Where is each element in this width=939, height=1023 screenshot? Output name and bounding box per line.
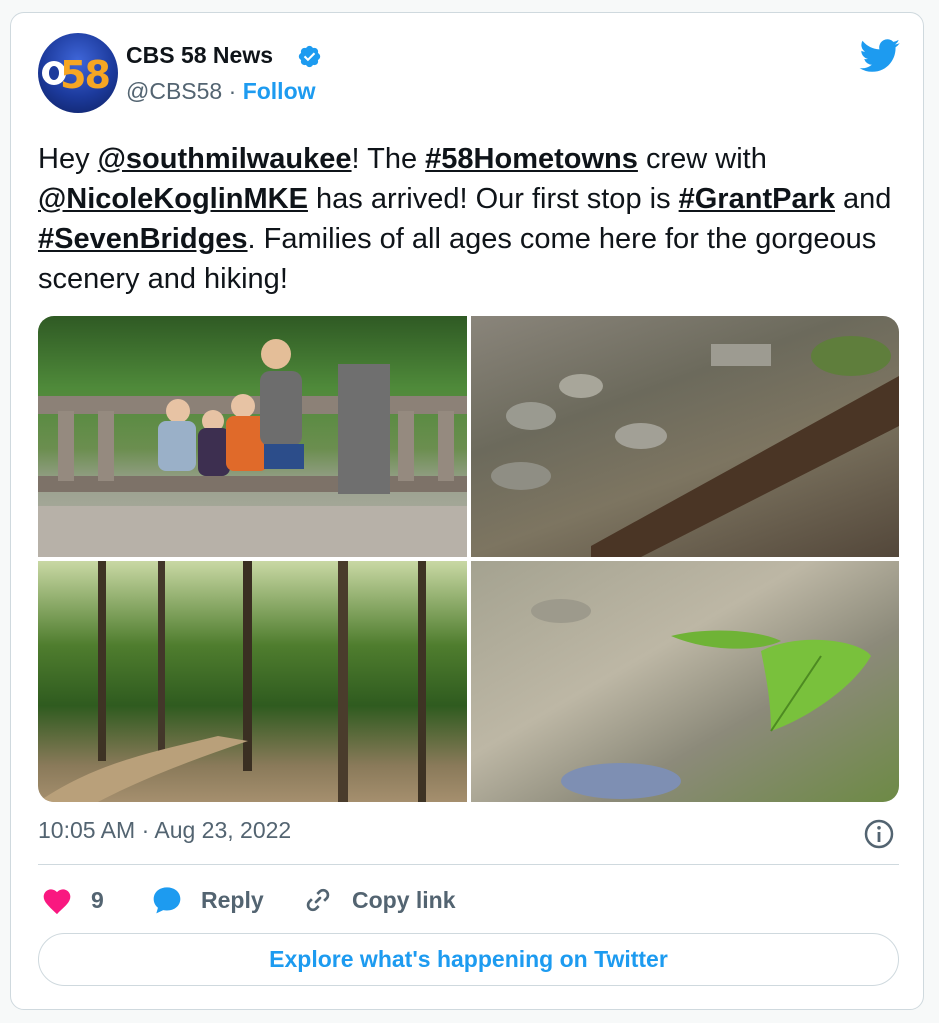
avatar[interactable]: 58 (38, 33, 118, 113)
hashtag-grantpark-link[interactable]: #GrantPark (679, 183, 835, 215)
tweet-segment: and (834, 183, 892, 215)
photo-leaf-over-stream[interactable] (471, 561, 899, 802)
explore-twitter-button[interactable]: Explore what's happening on Twitter (38, 933, 899, 986)
mention-nicolekoglinmke-link[interactable]: @NicoleKoglinMKE (38, 183, 308, 215)
divider (38, 864, 899, 865)
mention-southmilwaukee-link[interactable]: @southmilwaukee (98, 143, 352, 175)
separator-dot: · (228, 78, 237, 104)
photo-rocky-creek[interactable] (471, 316, 899, 557)
tweet-segment: ! The (351, 143, 426, 175)
avatar-logo-text: 58 (60, 53, 111, 97)
explore-twitter-label: Explore what's happening on Twitter (269, 946, 668, 972)
tweet-text: Hey @southmilwaukee! The #58Hometowns cr… (38, 139, 908, 299)
tweet-segment: has arrived! Our first stop is (307, 183, 679, 215)
copy-link-button[interactable]: Copy link (352, 887, 456, 914)
follow-button[interactable]: Follow (243, 78, 316, 104)
author-handle[interactable]: @CBS58 (126, 78, 222, 104)
heart-icon[interactable] (41, 885, 73, 915)
bridge-scene-illustration (38, 339, 467, 557)
hashtag-sevenbridges-link[interactable]: #SevenBridges (38, 223, 248, 255)
media-grid (38, 316, 899, 802)
photo-forest-trail[interactable] (38, 561, 467, 802)
twitter-bird-icon[interactable] (859, 39, 901, 73)
hashtag-58hometowns-link[interactable]: #58Hometowns (425, 143, 638, 175)
info-icon[interactable] (863, 818, 895, 850)
author-name[interactable]: CBS 58 News (126, 42, 273, 69)
reply-button[interactable]: Reply (201, 887, 264, 914)
tweet-segment: crew with (637, 143, 767, 175)
forest-scene-illustration (38, 561, 426, 802)
verified-badge-icon (298, 45, 321, 68)
like-count[interactable]: 9 (91, 887, 104, 914)
tweet-timestamp[interactable]: 10:05 AM · Aug 23, 2022 (38, 817, 291, 844)
photo-family-on-bridge[interactable] (38, 316, 467, 557)
tweet-segment: Hey (38, 143, 98, 175)
tweet-card: 58 CBS 58 News @CBS58 · Follow Hey @sout… (10, 12, 924, 1010)
link-icon[interactable] (302, 884, 334, 916)
reply-bubble-icon[interactable] (151, 884, 183, 916)
author-handle-row: @CBS58 · Follow (126, 78, 316, 105)
leaf-scene-illustration (531, 599, 871, 799)
creek-scene-illustration (491, 336, 899, 557)
